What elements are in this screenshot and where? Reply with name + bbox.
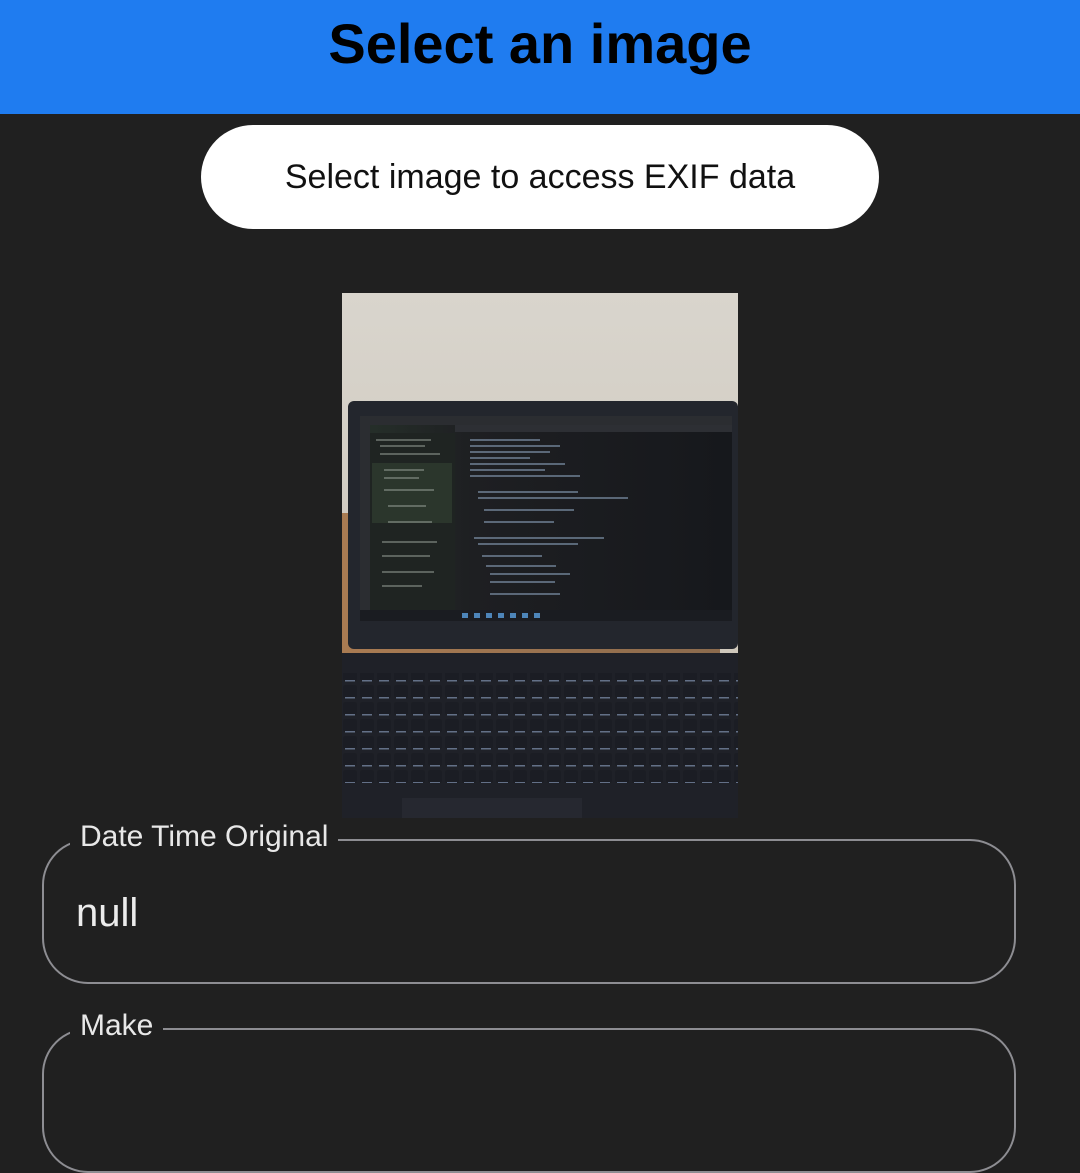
date-time-original-value: null [76, 891, 139, 935]
make-field[interactable]: Make [42, 1006, 1016, 1173]
date-time-original-label: Date Time Original [70, 817, 339, 857]
selected-image-preview [342, 293, 738, 818]
laptop-photo-image [342, 293, 738, 818]
app-title: Select an image [328, 12, 752, 75]
app-bar: Select an image [0, 0, 1080, 114]
select-image-button[interactable]: Select image to access EXIF data [201, 125, 879, 229]
date-time-original-field[interactable]: Date Time Original null [42, 817, 1016, 984]
make-label: Make [70, 1006, 164, 1046]
